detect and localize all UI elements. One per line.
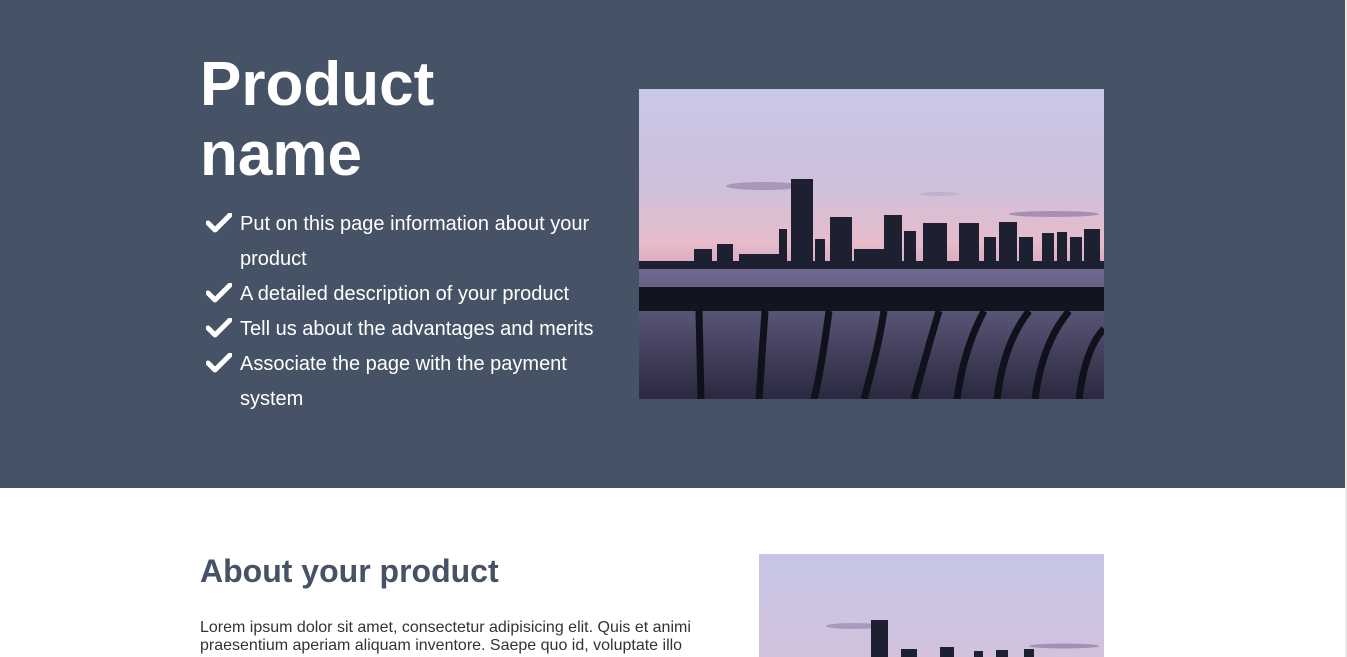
about-skyline-image: [759, 554, 1104, 657]
checkmark-icon: [206, 318, 232, 338]
title-line-2: name: [200, 120, 362, 189]
city-skyline-image: [639, 89, 1104, 399]
feature-text: A detailed description of your product: [240, 283, 570, 305]
checkmark-icon: [206, 353, 232, 373]
feature-text: Associate the page with the payment syst…: [240, 353, 567, 410]
feature-text: Put on this page information about your …: [240, 213, 590, 270]
feature-item: Put on this page information about your …: [206, 207, 616, 277]
feature-item: Associate the page with the payment syst…: [206, 347, 616, 417]
feature-text: Tell us about the advantages and merits: [240, 318, 594, 340]
feature-item: A detailed description of your product: [206, 277, 616, 312]
skyline-photo: [639, 89, 1104, 399]
product-name-title: Product name: [200, 50, 540, 190]
about-text: Lorem ipsum dolor sit amet, consectetur …: [200, 619, 691, 654]
about-title: About your product: [200, 553, 499, 589]
feature-list: Put on this page information about your …: [206, 207, 616, 417]
checkmark-icon: [206, 213, 232, 233]
feature-item: Tell us about the advantages and merits: [206, 312, 616, 347]
hero-section: Product name Put on this page informatio…: [0, 0, 1347, 488]
skyline-photo-small: [759, 554, 1104, 657]
checkmark-icon: [206, 283, 232, 303]
title-line-1: Product: [200, 50, 435, 119]
